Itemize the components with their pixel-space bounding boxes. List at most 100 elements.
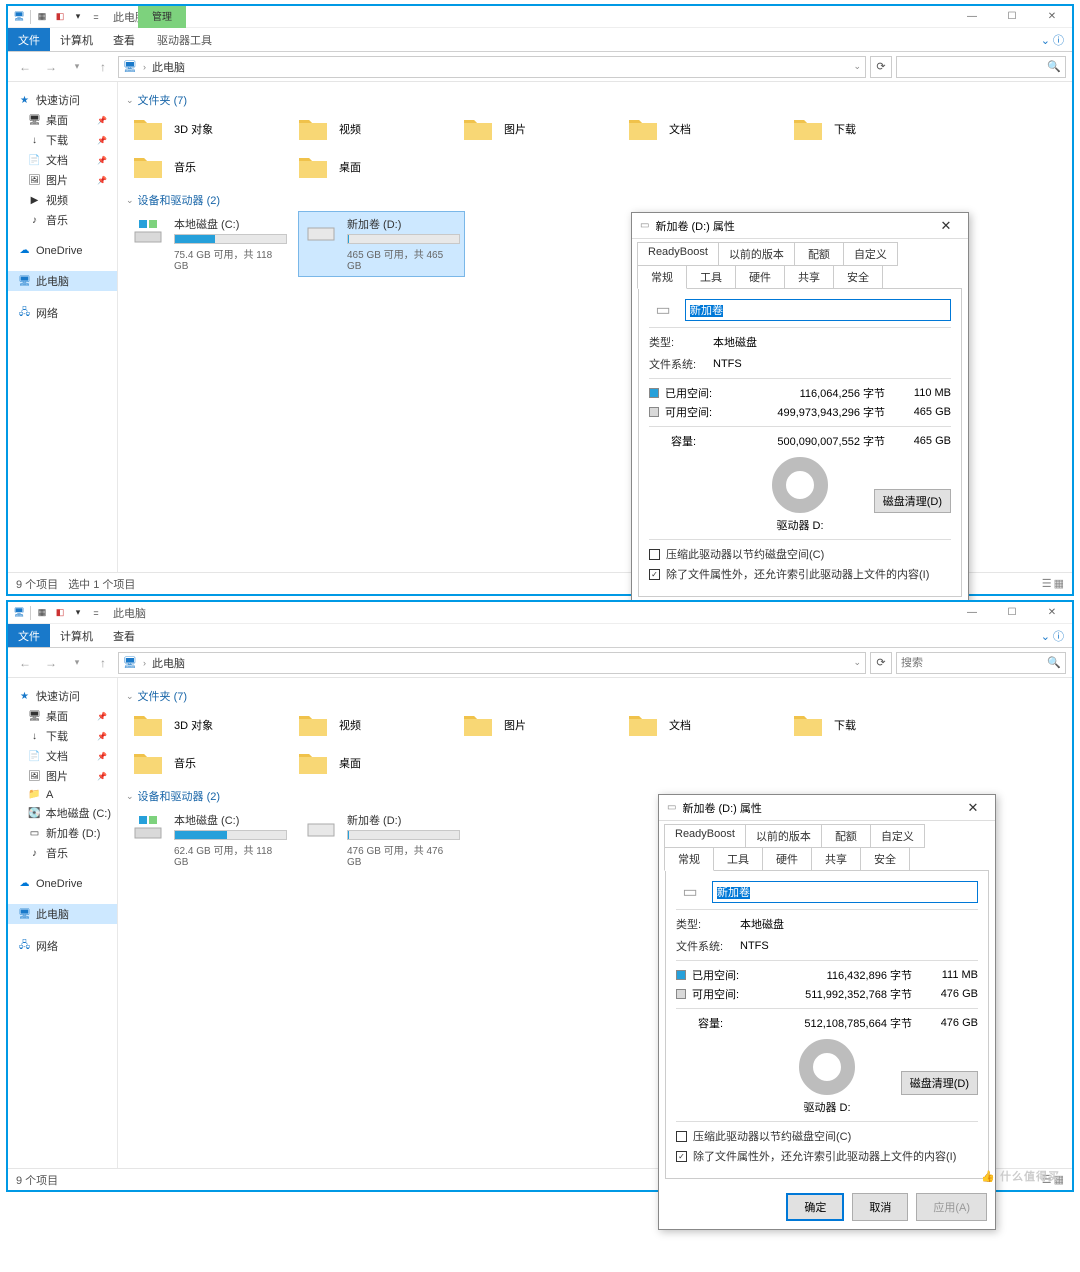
search-box[interactable]: 🔍 bbox=[896, 56, 1066, 78]
sidebar-this-pc[interactable]: 🖥此电脑 bbox=[8, 904, 117, 924]
compress-checkbox-row[interactable]: 压缩此驱动器以节约磁盘空间(C) bbox=[649, 546, 951, 562]
help-icon[interactable]: ⌄ ⓘ bbox=[1041, 628, 1064, 644]
dialog-tab[interactable]: ReadyBoost bbox=[637, 242, 719, 266]
dialog-tab[interactable]: 常规 bbox=[637, 265, 687, 289]
refresh-button[interactable]: ⟳ bbox=[870, 56, 892, 78]
sidebar-quick-access[interactable]: ★快速访问 bbox=[8, 686, 117, 706]
history-dropdown[interactable]: ▾ bbox=[66, 56, 88, 78]
folder-item[interactable]: 图片 bbox=[456, 110, 621, 148]
folders-group-header[interactable]: ⌄文件夹 (7) bbox=[126, 90, 1064, 110]
up-button[interactable]: ↑ bbox=[92, 652, 114, 674]
sidebar-quick-item[interactable]: 🖼图片📌 bbox=[8, 170, 117, 190]
ribbon-tab-2[interactable]: 查看 bbox=[103, 624, 145, 647]
cancel-button[interactable]: 取消 bbox=[852, 1193, 908, 1221]
folder-item[interactable]: 音乐 bbox=[126, 744, 291, 782]
sidebar-quick-item[interactable]: 📄文档📌 bbox=[8, 746, 117, 766]
up-button[interactable]: ↑ bbox=[92, 56, 114, 78]
sidebar-quick-item[interactable]: ↓下载📌 bbox=[8, 726, 117, 746]
forward-button[interactable]: → bbox=[40, 652, 62, 674]
volume-name-input[interactable]: 新加卷 bbox=[712, 881, 978, 903]
dialog-tab[interactable]: 以前的版本 bbox=[745, 824, 822, 848]
sidebar-onedrive[interactable]: ☁OneDrive bbox=[8, 875, 117, 892]
folder-item[interactable]: 音乐 bbox=[126, 148, 291, 186]
ribbon-tab-1[interactable]: 计算机 bbox=[50, 28, 103, 51]
drive-item[interactable]: 本地磁盘 (C:)75.4 GB 可用，共 118 GB bbox=[126, 212, 291, 276]
dialog-tab[interactable]: 共享 bbox=[784, 265, 834, 289]
sidebar-quick-item[interactable]: 📄文档📌 bbox=[8, 150, 117, 170]
view-tiles-icon[interactable]: ▦ bbox=[1054, 577, 1064, 590]
folder-item[interactable]: 3D 对象 bbox=[126, 110, 291, 148]
drives-group-header[interactable]: ⌄设备和驱动器 (2) bbox=[126, 190, 1064, 210]
folder-item[interactable]: 视频 bbox=[291, 706, 456, 744]
search-box[interactable]: 🔍 bbox=[896, 652, 1066, 674]
minimize-button[interactable]: — bbox=[952, 602, 992, 624]
folder-item[interactable]: 下载 bbox=[786, 110, 951, 148]
dialog-tab[interactable]: 安全 bbox=[860, 847, 910, 871]
apply-button[interactable]: 应用(A) bbox=[916, 1193, 987, 1221]
ribbon-tab-0[interactable]: 文件 bbox=[8, 28, 50, 51]
address-bar[interactable]: 🖥 › 此电脑 ⌄ bbox=[118, 56, 866, 78]
qat-icon[interactable]: ◧ bbox=[53, 10, 67, 24]
titlebar[interactable]: 🖥 ▦ ◧ ▾ = 此电脑 — ☐ ✕ bbox=[8, 602, 1072, 624]
sidebar-quick-item[interactable]: 🖼图片📌 bbox=[8, 766, 117, 786]
help-icon[interactable]: ⌄ ⓘ bbox=[1041, 32, 1064, 48]
addr-dropdown-icon[interactable]: ⌄ bbox=[853, 61, 861, 72]
address-bar[interactable]: 🖥 › 此电脑 ⌄ bbox=[118, 652, 866, 674]
dialog-tab[interactable]: 硬件 bbox=[762, 847, 812, 871]
folder-item[interactable]: 视频 bbox=[291, 110, 456, 148]
folder-item[interactable]: 下载 bbox=[786, 706, 951, 744]
dialog-tab[interactable]: 共享 bbox=[811, 847, 861, 871]
search-input[interactable] bbox=[901, 61, 1047, 73]
folder-item[interactable]: 图片 bbox=[456, 706, 621, 744]
sidebar-network[interactable]: 🖧网络 bbox=[8, 936, 117, 956]
sidebar-quick-access[interactable]: ★快速访问 bbox=[8, 90, 117, 110]
close-button[interactable]: ✕ bbox=[1032, 602, 1072, 624]
sidebar-quick-item[interactable]: ♪音乐 bbox=[8, 210, 117, 230]
properties-icon[interactable]: ▦ bbox=[35, 606, 49, 620]
sidebar-quick-item[interactable]: 🖥桌面📌 bbox=[8, 706, 117, 726]
compress-checkbox-row[interactable]: 压缩此驱动器以节约磁盘空间(C) bbox=[676, 1128, 978, 1144]
history-dropdown[interactable]: ▾ bbox=[66, 652, 88, 674]
refresh-button[interactable]: ⟳ bbox=[870, 652, 892, 674]
index-checkbox-row[interactable]: ✓除了文件属性外，还允许索引此驱动器上文件的内容(I) bbox=[649, 566, 951, 582]
back-button[interactable]: ← bbox=[14, 56, 36, 78]
disk-cleanup-button[interactable]: 磁盘清理(D) bbox=[901, 1071, 978, 1095]
close-icon[interactable]: ✕ bbox=[932, 218, 960, 234]
search-icon[interactable]: 🔍 bbox=[1047, 656, 1061, 669]
dialog-tab[interactable]: 安全 bbox=[833, 265, 883, 289]
qat-dropdown-icon[interactable]: ▾ bbox=[71, 606, 85, 620]
drive-item[interactable]: 新加卷 (D:)476 GB 可用，共 476 GB bbox=[299, 808, 464, 872]
dialog-tab[interactable]: 工具 bbox=[686, 265, 736, 289]
dialog-tab[interactable]: 硬件 bbox=[735, 265, 785, 289]
folders-group-header[interactable]: ⌄文件夹 (7) bbox=[126, 686, 1064, 706]
dialog-tab[interactable]: 自定义 bbox=[870, 824, 925, 848]
properties-icon[interactable]: ▦ bbox=[35, 10, 49, 24]
volume-name-input[interactable]: 新加卷 bbox=[685, 299, 951, 321]
ribbon-tab-1[interactable]: 计算机 bbox=[50, 624, 103, 647]
close-icon[interactable]: ✕ bbox=[959, 800, 987, 816]
maximize-button[interactable]: ☐ bbox=[992, 602, 1032, 624]
context-tab-label[interactable]: 管理 bbox=[138, 6, 186, 28]
sidebar-quick-item[interactable]: ▶视频 bbox=[8, 190, 117, 210]
sidebar-quick-item[interactable]: ▭新加卷 (D:) bbox=[8, 823, 117, 843]
index-checkbox-row[interactable]: ✓除了文件属性外，还允许索引此驱动器上文件的内容(I) bbox=[676, 1148, 978, 1164]
sidebar-quick-item[interactable]: 💽本地磁盘 (C:) bbox=[8, 803, 117, 823]
qat-icon[interactable]: ◧ bbox=[53, 606, 67, 620]
maximize-button[interactable]: ☐ bbox=[992, 6, 1032, 28]
dialog-tab[interactable]: 自定义 bbox=[843, 242, 898, 266]
ribbon-tab-0[interactable]: 文件 bbox=[8, 624, 50, 647]
drive-item[interactable]: 新加卷 (D:)465 GB 可用，共 465 GB bbox=[299, 212, 464, 276]
search-input[interactable] bbox=[901, 657, 1047, 669]
folder-item[interactable]: 3D 对象 bbox=[126, 706, 291, 744]
addr-dropdown-icon[interactable]: ⌄ bbox=[853, 657, 861, 668]
ribbon-tab-ctx[interactable]: 驱动器工具 bbox=[147, 28, 222, 51]
dialog-tab[interactable]: 工具 bbox=[713, 847, 763, 871]
qat-dropdown-icon[interactable]: ▾ bbox=[71, 10, 85, 24]
breadcrumb[interactable]: 此电脑 bbox=[152, 59, 185, 75]
dialog-tab[interactable]: 配额 bbox=[794, 242, 844, 266]
ok-button[interactable]: 确定 bbox=[786, 1193, 844, 1221]
view-details-icon[interactable]: ☰ bbox=[1042, 577, 1052, 590]
drive-item[interactable]: 本地磁盘 (C:)62.4 GB 可用，共 118 GB bbox=[126, 808, 291, 872]
search-icon[interactable]: 🔍 bbox=[1047, 60, 1061, 73]
ribbon-tab-2[interactable]: 查看 bbox=[103, 28, 145, 51]
